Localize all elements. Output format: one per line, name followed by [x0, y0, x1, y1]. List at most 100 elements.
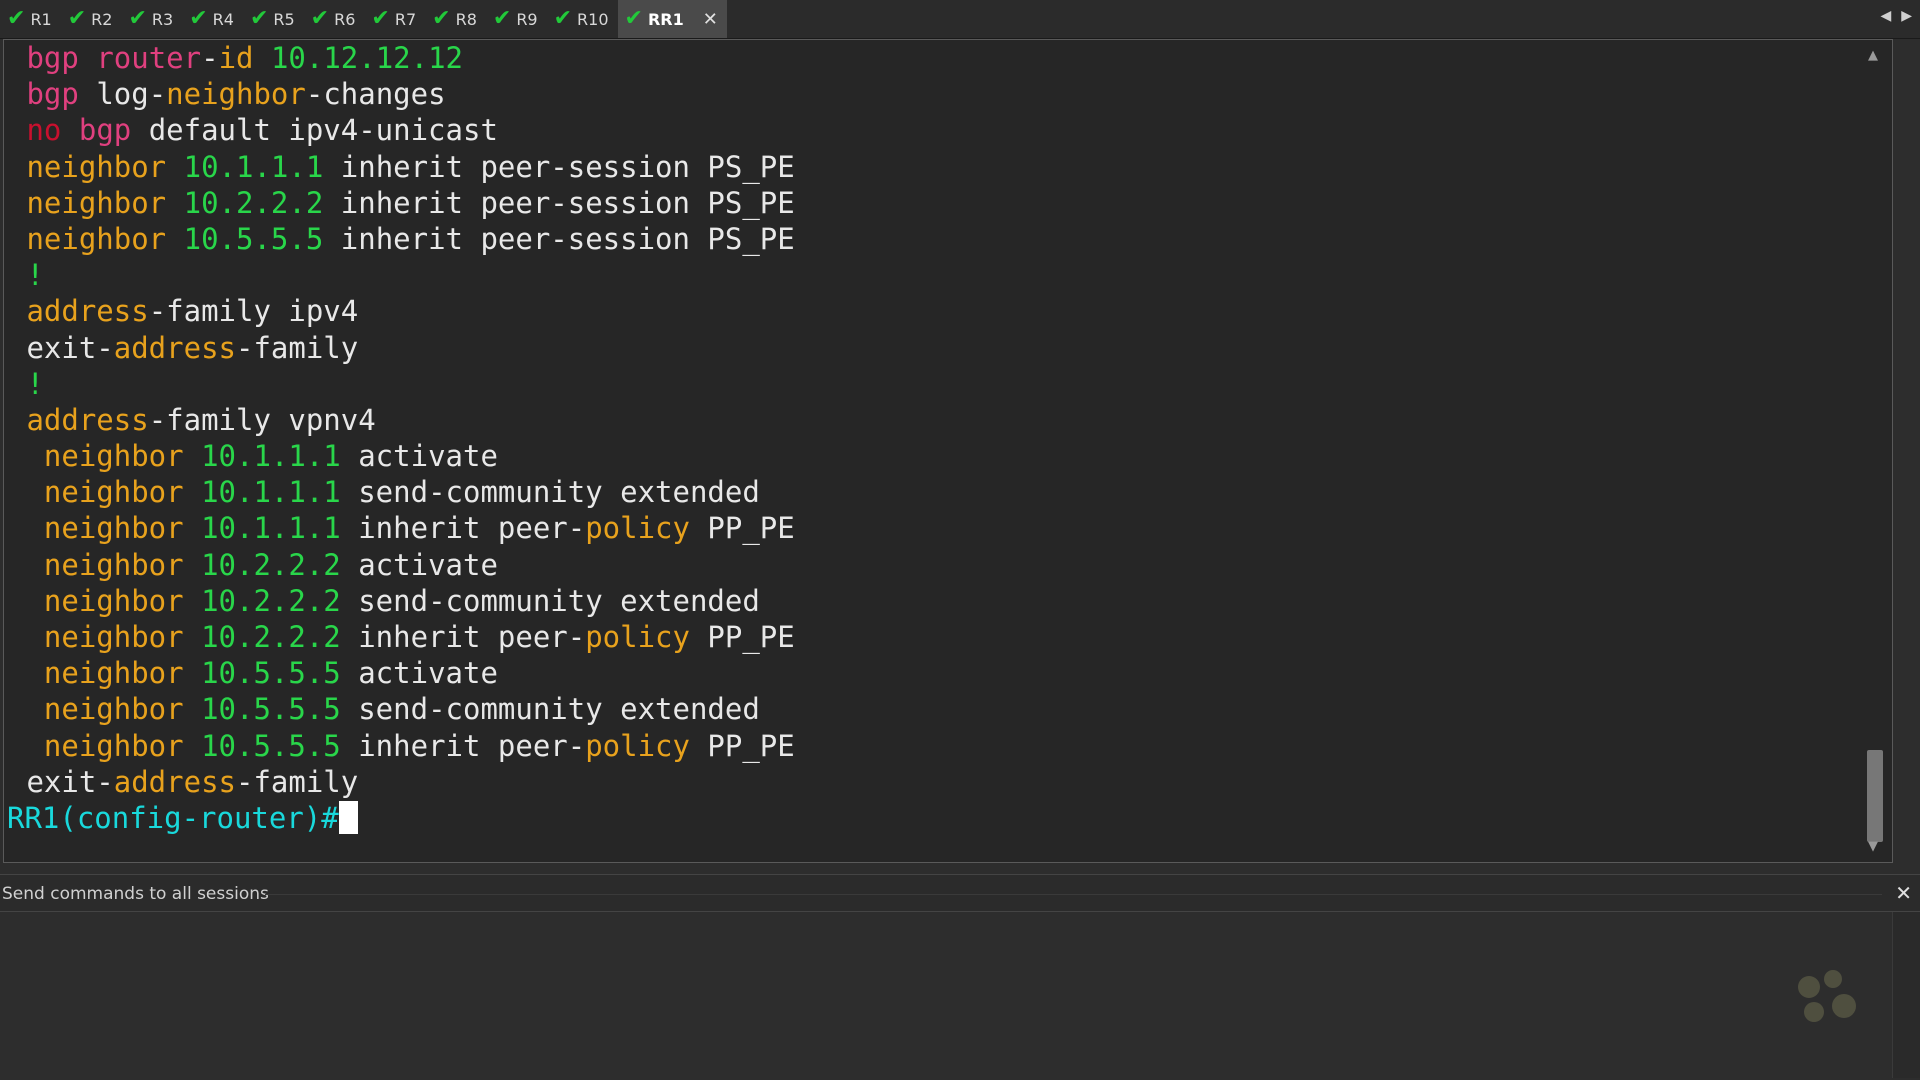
terminal-token: -family ipv4 [148, 294, 359, 329]
terminal-line: neighbor 10.1.1.1 inherit peer-policy PP… [9, 510, 795, 546]
terminal-token: send-community extended [340, 583, 760, 618]
terminal-pane[interactable]: bgp router-id 10.12.12.12 bgp log-neighb… [3, 39, 1893, 863]
terminal-line: neighbor 10.1.1.1 inherit peer-session P… [9, 149, 795, 185]
tab-r7[interactable]: ✔ R7 [364, 0, 425, 38]
terminal-line: exit-address-family [9, 764, 795, 800]
terminal-token: address [113, 330, 236, 365]
tab-r2[interactable]: ✔ R2 [61, 0, 122, 38]
terminal-token: exit- [9, 330, 114, 365]
arrow-left-icon[interactable]: ◀ [1880, 8, 1891, 24]
terminal-line: neighbor 10.2.2.2 send-community extende… [9, 583, 795, 619]
terminal-token: send-community extended [340, 475, 760, 510]
terminal-token: send-community extended [340, 692, 760, 727]
tab-r6[interactable]: ✔ R6 [304, 0, 365, 38]
send-commands-input[interactable] [0, 912, 1893, 1078]
tab-r1[interactable]: ✔ R1 [0, 0, 61, 38]
check-icon: ✔ [432, 6, 451, 31]
tab-r4[interactable]: ✔ R4 [182, 0, 243, 38]
terminal-prompt: RR1(config-router)# [7, 800, 339, 835]
terminal-line: neighbor 10.5.5.5 inherit peer-session P… [9, 221, 795, 257]
terminal-line: bgp router-id 10.12.12.12 [9, 40, 795, 76]
terminal-token: bgp [26, 41, 79, 75]
terminal-token: neighbor [43, 728, 184, 763]
terminal-token: 10.12.12.12 [270, 41, 464, 75]
terminal-token: bgp [26, 77, 79, 112]
terminal-token: policy [585, 620, 690, 654]
close-icon[interactable]: ✕ [1895, 881, 1912, 905]
tab-r10[interactable]: ✔ R10 [547, 0, 618, 38]
terminal-line: neighbor 10.1.1.1 activate [9, 438, 795, 474]
scroll-up-icon[interactable]: ▲ [1868, 48, 1878, 63]
terminal-token: neighbor [26, 221, 167, 256]
terminal-line: neighbor 10.1.1.1 send-community extende… [9, 474, 795, 510]
terminal-token: ! [26, 366, 44, 401]
terminal-token: policy [585, 728, 690, 763]
tab-label: R6 [334, 9, 356, 29]
terminal-line: address-family vpnv4 [9, 402, 795, 438]
terminal-token: inherit peer- [340, 511, 586, 546]
scroll-down-icon[interactable]: ▼ [1868, 839, 1878, 854]
terminal-token: router [96, 41, 202, 75]
check-icon: ✔ [189, 6, 208, 31]
arrow-right-icon[interactable]: ▶ [1901, 8, 1912, 24]
check-icon: ✔ [128, 6, 147, 31]
terminal-token: neighbor [43, 511, 184, 546]
tab-label: R10 [577, 9, 609, 29]
terminal-token: neighbor [166, 77, 306, 112]
terminal-token: id [218, 41, 254, 75]
check-icon: ✔ [492, 6, 512, 31]
terminal-token: inherit peer-session PS_PE [323, 185, 795, 220]
check-icon: ✔ [624, 6, 643, 31]
terminal-token: 10.2.2.2 [201, 583, 341, 618]
terminal-line: exit-address-family [9, 330, 795, 366]
terminal-token: address [26, 402, 149, 437]
tab-r5[interactable]: ✔ R5 [243, 0, 304, 38]
terminal-prompt-line[interactable]: RR1(config-router)# [7, 800, 795, 836]
check-icon: ✔ [249, 6, 269, 31]
terminal-token: 10.5.5.5 [201, 728, 341, 763]
send-area-scrollbar[interactable] [1892, 912, 1920, 1078]
tab-label: R2 [91, 9, 113, 29]
terminal-line: neighbor 10.2.2.2 inherit peer-policy PP… [9, 619, 795, 655]
terminal-token: neighbor [43, 620, 184, 654]
terminal-line: no bgp default ipv4-unicast [9, 112, 795, 148]
tab-label: R7 [394, 9, 417, 29]
terminal-token: neighbor [26, 149, 167, 184]
terminal-token: PP_PE [689, 728, 795, 763]
tab-r3[interactable]: ✔ R3 [121, 0, 182, 38]
terminal-token: neighbor [43, 692, 184, 727]
tab-label: R5 [273, 9, 295, 29]
tab-r9[interactable]: ✔ R9 [486, 0, 547, 38]
terminal-line: neighbor 10.5.5.5 activate [9, 655, 795, 691]
terminal-token: inherit peer-session PS_PE [323, 221, 795, 256]
tab-rr1[interactable]: ✔ RR1 ✕ [617, 0, 727, 38]
terminal-scrollbar[interactable]: ▲ ▼ [1866, 44, 1884, 858]
terminal-token: neighbor [43, 475, 184, 510]
scroll-thumb[interactable] [1867, 750, 1883, 842]
terminal-token: PP_PE [689, 620, 795, 654]
terminal-token: activate [340, 547, 498, 582]
check-icon: ✔ [553, 6, 573, 31]
close-icon[interactable]: ✕ [703, 9, 718, 30]
tab-r8[interactable]: ✔ R8 [425, 0, 486, 38]
divider [265, 894, 1882, 895]
terminal-token: 10.1.1.1 [201, 439, 341, 474]
terminal-token: address [26, 294, 149, 329]
tab-label: R1 [30, 9, 52, 29]
terminal-token: 10.1.1.1 [201, 511, 341, 546]
